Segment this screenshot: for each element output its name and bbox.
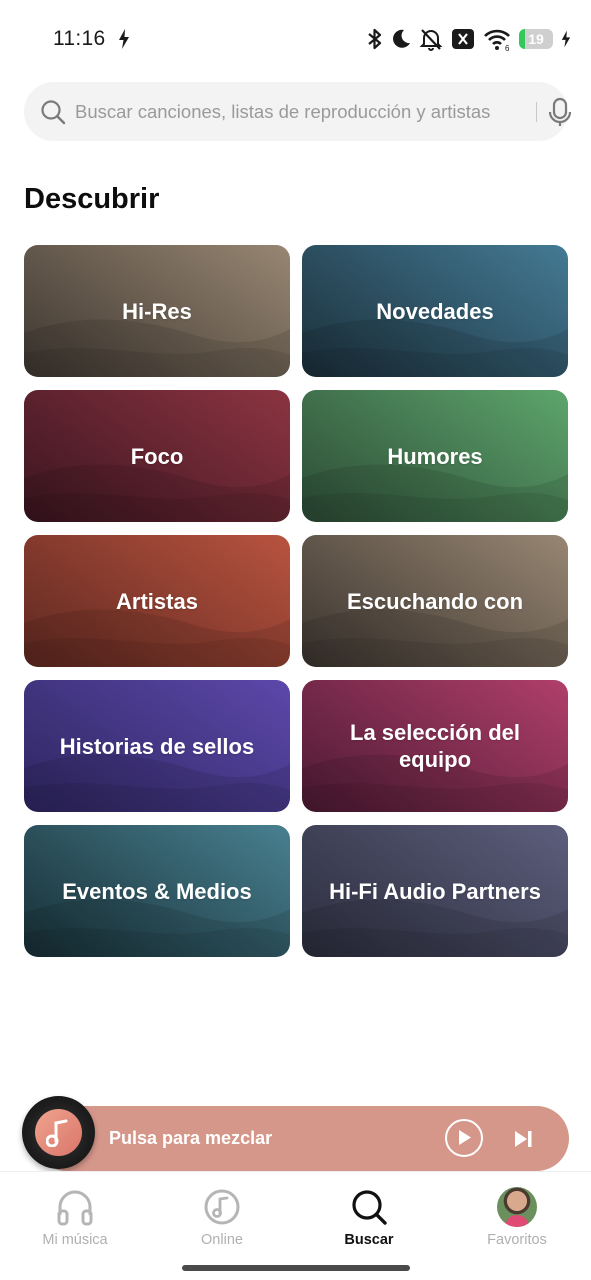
nav-label: Online xyxy=(201,1232,243,1248)
category-tile-novedades[interactable]: Novedades xyxy=(302,245,568,377)
skip-next-icon[interactable] xyxy=(513,1128,535,1150)
tile-label: La selección del equipo xyxy=(350,720,520,772)
category-tile-humores[interactable]: Humores xyxy=(302,390,568,522)
moon-icon xyxy=(393,29,410,48)
category-tile-hi-fi-audio-partners[interactable]: Hi-Fi Audio Partners xyxy=(302,825,568,957)
shuffle-prompt: Pulsa para mezclar xyxy=(109,1128,273,1148)
page-title: Descubrir xyxy=(24,183,160,215)
tile-label: Hi-Res xyxy=(122,298,192,324)
avatar xyxy=(497,1187,537,1227)
category-tile-hi-res[interactable]: Hi-Res xyxy=(24,245,290,377)
battery-level: 19 xyxy=(528,31,544,47)
category-tile-historias-de-sellos[interactable]: Historias de sellos xyxy=(24,680,290,812)
nav-item-favoritos[interactable]: Favoritos xyxy=(462,1187,572,1248)
category-tile-eventos-medios[interactable]: Eventos & Medios xyxy=(24,825,290,957)
category-tile-escuchando-con[interactable]: Escuchando con xyxy=(302,535,568,667)
microphone-icon[interactable] xyxy=(546,96,574,128)
status-bar: 11:16 6 19 xyxy=(0,0,591,80)
wifi-icon: 6 xyxy=(484,29,510,51)
nav-item-mi-musica[interactable]: Mi música xyxy=(20,1187,130,1248)
tile-label: Hi-Fi Audio Partners xyxy=(329,878,541,904)
bell-off-icon xyxy=(419,29,443,51)
music-note-icon xyxy=(46,1119,68,1147)
category-tile-foco[interactable]: Foco xyxy=(24,390,290,522)
nav-item-buscar[interactable]: Buscar xyxy=(314,1187,424,1248)
headphones-icon xyxy=(57,1190,93,1226)
mini-player[interactable]: Pulsa para mezclar xyxy=(34,1106,569,1171)
album-disc[interactable] xyxy=(22,1096,95,1169)
tile-label: Novedades xyxy=(376,298,494,324)
search-bar[interactable] xyxy=(24,82,572,141)
tile-label: Artistas xyxy=(116,588,198,614)
tile-label: Foco xyxy=(130,443,184,469)
category-tile-seleccion-del-equipo[interactable]: La selección del equipo xyxy=(302,680,568,812)
play-icon xyxy=(459,1130,471,1145)
play-button[interactable] xyxy=(445,1119,483,1157)
music-disc-icon xyxy=(204,1189,240,1225)
svg-text:6: 6 xyxy=(505,44,510,51)
home-indicator xyxy=(182,1265,410,1271)
charging-bolt-icon xyxy=(561,30,571,48)
tile-label: Eventos & Medios xyxy=(62,878,252,904)
category-tile-artistas[interactable]: Artistas xyxy=(24,535,290,667)
nav-item-online[interactable]: Online xyxy=(167,1187,277,1248)
tile-label: Historias de sellos xyxy=(59,733,255,759)
nav-label: Favoritos xyxy=(487,1232,547,1248)
status-icons: 6 19 xyxy=(367,26,571,52)
battery-icon: 19 xyxy=(519,29,553,49)
nav-label: Buscar xyxy=(344,1232,394,1248)
bottom-nav: Mi música Online Buscar Favoritos xyxy=(0,1171,591,1280)
category-grid: Hi-Res Novedades Foco Humores Artistas E… xyxy=(24,245,568,957)
bluetooth-icon xyxy=(368,28,382,50)
charging-bolt-icon xyxy=(119,29,129,49)
search-icon xyxy=(41,100,66,125)
tile-label: Humores xyxy=(387,443,483,469)
search-input[interactable] xyxy=(75,82,515,141)
nav-label: Mi música xyxy=(42,1232,108,1248)
notification-x-icon xyxy=(452,29,474,49)
search-divider xyxy=(536,102,537,122)
search-icon xyxy=(352,1190,387,1225)
disc-label xyxy=(35,1109,82,1156)
status-time: 11:16 xyxy=(53,27,106,50)
tile-label: Escuchando con xyxy=(346,588,524,614)
